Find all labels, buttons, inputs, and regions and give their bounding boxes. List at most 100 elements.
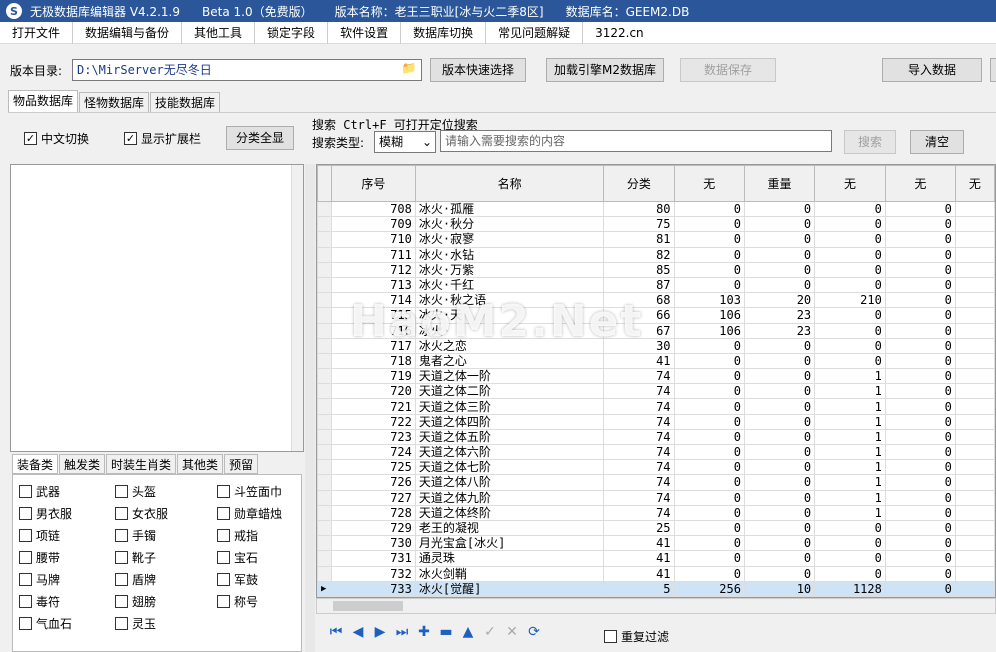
- table-cell[interactable]: 0: [884, 231, 956, 248]
- table-cell[interactable]: 0: [884, 428, 956, 446]
- table-cell[interactable]: 1128: [814, 580, 886, 597]
- table-cell[interactable]: 711: [330, 246, 416, 263]
- table-cell[interactable]: 731: [330, 550, 416, 567]
- table-cell[interactable]: 0: [884, 337, 956, 354]
- table-cell[interactable]: 0: [673, 231, 745, 248]
- table-row[interactable]: 708 冰火·孤雁 80 0 0 0 0: [317, 200, 995, 218]
- table-cell[interactable]: 724: [330, 443, 416, 461]
- table-cell[interactable]: 1: [814, 428, 886, 446]
- table-cell[interactable]: 732: [330, 565, 416, 582]
- table-cell[interactable]: [954, 292, 995, 309]
- table-cell[interactable]: [954, 565, 995, 582]
- table-cell[interactable]: 通灵珠: [414, 550, 605, 567]
- table-cell[interactable]: 0: [743, 474, 816, 491]
- table-cell[interactable]: 0: [814, 337, 886, 354]
- cat-weapon-checkbox[interactable]: 武器: [19, 483, 60, 500]
- table-cell[interactable]: 0: [673, 216, 745, 233]
- table-cell[interactable]: [954, 519, 995, 537]
- table-cell[interactable]: 0: [743, 398, 816, 415]
- save-data-button[interactable]: 数据保存: [680, 58, 776, 82]
- tab-reserved[interactable]: 预留: [224, 454, 259, 474]
- table-cell[interactable]: 723: [330, 428, 416, 446]
- table-cell[interactable]: 725: [330, 459, 416, 476]
- tree-scrollbar[interactable]: [291, 165, 303, 451]
- table-cell[interactable]: 0: [673, 565, 745, 582]
- table-cell[interactable]: 727: [330, 489, 416, 506]
- table-cell[interactable]: [954, 398, 995, 415]
- table-row[interactable]: 724 天道之体六阶 74 0 0 1 0: [317, 443, 995, 461]
- table-cell[interactable]: 1: [814, 489, 886, 506]
- table-cell[interactable]: 天道之体终阶: [414, 504, 605, 521]
- table-cell[interactable]: 冰火·天: [414, 307, 605, 324]
- table-cell[interactable]: 716: [330, 322, 416, 339]
- cat-gem-checkbox[interactable]: 宝石: [217, 549, 258, 566]
- table-cell[interactable]: 冰火·秋分: [414, 216, 605, 233]
- table-cell[interactable]: 0: [673, 535, 745, 552]
- table-cell[interactable]: 81: [603, 231, 675, 248]
- table-cell[interactable]: 103: [673, 292, 745, 309]
- table-cell[interactable]: [954, 368, 995, 385]
- table-cell[interactable]: 0: [673, 383, 745, 400]
- cat-shield-checkbox[interactable]: 盾牌: [115, 571, 156, 588]
- table-row[interactable]: 719 天道之体一阶 74 0 0 1 0: [317, 368, 995, 385]
- table-cell[interactable]: 74: [603, 428, 675, 446]
- table-cell[interactable]: 0: [743, 489, 816, 506]
- table-cell[interactable]: 0: [743, 504, 816, 521]
- cat-title-checkbox[interactable]: 称号: [217, 593, 258, 610]
- table-cell[interactable]: 87: [603, 276, 675, 294]
- table-cell[interactable]: 717: [330, 337, 416, 354]
- table-cell[interactable]: 0: [814, 352, 886, 370]
- table-cell[interactable]: 106: [673, 322, 745, 339]
- search-button[interactable]: 搜索: [844, 130, 896, 154]
- clear-button[interactable]: 清空: [910, 130, 964, 154]
- table-cell[interactable]: 0: [884, 398, 956, 415]
- cat-wings-checkbox[interactable]: 翅膀: [115, 593, 156, 610]
- table-cell[interactable]: 0: [743, 519, 816, 537]
- table-cell[interactable]: 天道之体四阶: [414, 413, 605, 430]
- row-indicator[interactable]: [317, 368, 332, 385]
- table-cell[interactable]: 729: [330, 519, 416, 537]
- table-cell[interactable]: [954, 504, 995, 521]
- cat-horse-checkbox[interactable]: 马牌: [19, 571, 60, 588]
- table-cell[interactable]: 0: [673, 443, 745, 461]
- table-row[interactable]: 720 天道之体二阶 74 0 0 1 0: [317, 383, 995, 400]
- table-cell[interactable]: 0: [743, 216, 816, 233]
- table-cell[interactable]: 1: [814, 413, 886, 430]
- delete-icon[interactable]: ▬: [436, 622, 456, 642]
- cat-helmet-checkbox[interactable]: 头盔: [115, 483, 156, 500]
- edit-icon[interactable]: ▲: [458, 622, 478, 642]
- row-indicator[interactable]: [317, 231, 332, 248]
- table-cell[interactable]: 713: [330, 276, 416, 294]
- table-cell[interactable]: 1: [814, 398, 886, 415]
- menu-open-file[interactable]: 打开文件: [0, 21, 74, 44]
- menu-site-link[interactable]: 3122.cn: [583, 22, 656, 44]
- menu-other-tools[interactable]: 其他工具: [182, 21, 256, 44]
- table-cell[interactable]: 0: [884, 261, 956, 278]
- table-cell[interactable]: 0: [884, 443, 956, 461]
- table-cell[interactable]: 0: [673, 398, 745, 415]
- quick-select-button[interactable]: 版本快速选择: [430, 58, 526, 82]
- table-cell[interactable]: 714: [330, 292, 416, 309]
- table-cell[interactable]: 66: [603, 307, 675, 324]
- table-cell[interactable]: 74: [603, 474, 675, 491]
- insert-icon[interactable]: ✚: [414, 622, 434, 642]
- table-row[interactable]: ▶ 733 冰火[觉醒] 5 256 10 1128 0: [317, 580, 995, 597]
- table-cell[interactable]: [954, 383, 995, 400]
- table-cell[interactable]: 1: [814, 474, 886, 491]
- cat-poison-checkbox[interactable]: 毒符: [19, 593, 60, 610]
- table-row[interactable]: 729 老王的凝视 25 0 0 0 0: [317, 519, 995, 537]
- table-row[interactable]: 725 天道之体七阶 74 0 0 1 0: [317, 459, 995, 476]
- table-cell[interactable]: 天道之体八阶: [414, 474, 605, 491]
- table-cell[interactable]: 0: [673, 368, 745, 385]
- table-cell[interactable]: 0: [884, 246, 956, 263]
- table-cell[interactable]: 0: [884, 550, 956, 567]
- table-cell[interactable]: 0: [884, 322, 956, 339]
- table-cell[interactable]: 5: [603, 580, 675, 597]
- table-row[interactable]: 732 冰火剑鞘 41 0 0 0 0: [317, 565, 995, 582]
- show-ext-checkbox[interactable]: ✓ 显示扩展栏: [124, 130, 201, 147]
- table-cell[interactable]: 0: [743, 565, 816, 582]
- table-cell[interactable]: 74: [603, 383, 675, 400]
- cat-boots-checkbox[interactable]: 靴子: [115, 549, 156, 566]
- table-cell[interactable]: 天道之体一阶: [414, 368, 605, 385]
- table-cell[interactable]: 0: [814, 261, 886, 278]
